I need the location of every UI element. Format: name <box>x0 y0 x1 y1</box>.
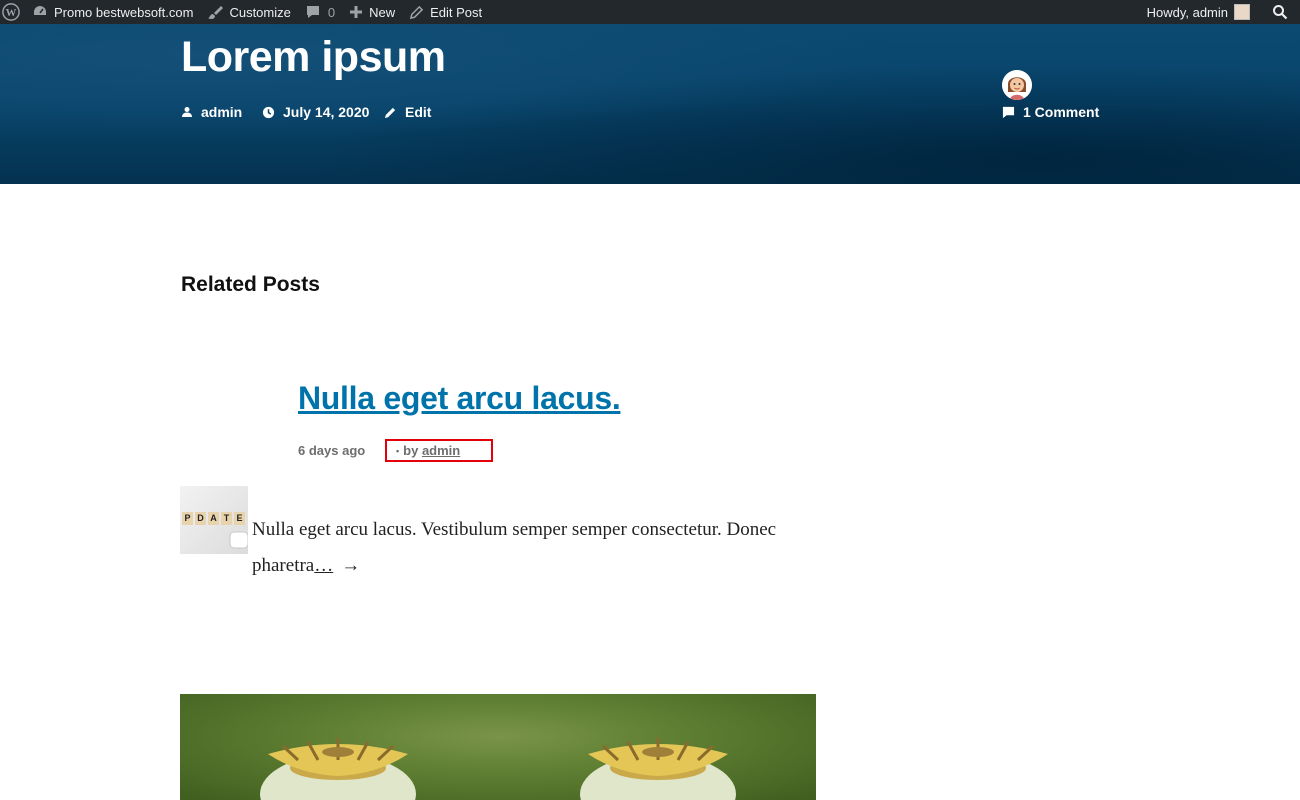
howdy-label: Howdy, admin <box>1146 4 1228 20</box>
search-icon <box>1273 5 1288 20</box>
byline-by-label: by <box>403 443 419 458</box>
related-post-title-link[interactable]: Nulla eget arcu lacus. <box>298 380 621 417</box>
comments-link[interactable]: 0 <box>305 0 349 24</box>
site-name-label: Promo bestwebsoft.com <box>54 4 194 20</box>
related-posts-heading: Related Posts <box>181 273 320 296</box>
thumbnail-tile: E <box>234 512 245 525</box>
post-header: Lorem ipsum admin July 14, 2020 Edit 1 C… <box>0 24 1300 184</box>
related-post-featured-image[interactable] <box>180 694 816 800</box>
pencil-icon <box>384 107 396 118</box>
thumbnail-tile: T <box>221 512 232 525</box>
related-post-byline: • by admin <box>385 439 493 462</box>
svg-text:W: W <box>6 7 17 19</box>
my-account-link[interactable]: Howdy, admin <box>1147 0 1258 24</box>
admin-avatar <box>1234 4 1250 20</box>
edit-post-link[interactable]: Edit Post <box>409 0 490 24</box>
site-name-link[interactable]: Promo bestwebsoft.com <box>32 0 207 24</box>
post-edit-meta: Edit <box>384 104 431 120</box>
thumbnail-tile: P <box>182 512 193 525</box>
phone-icon <box>229 531 248 549</box>
post-edit-link[interactable]: Edit <box>405 104 431 120</box>
separator-dot-icon: • <box>396 446 400 456</box>
related-post-excerpt: Nulla eget arcu lacus. Vestibulum semper… <box>252 512 832 584</box>
post-title: Lorem ipsum <box>181 33 446 81</box>
arrow-right-icon: → <box>341 555 361 576</box>
admin-bar: W Promo bestwebsoft.com Customize 0 New … <box>0 0 1300 24</box>
comment-icon <box>1002 106 1015 118</box>
customize-link[interactable]: Customize <box>207 0 304 24</box>
read-more-link[interactable]: … <box>314 555 333 576</box>
poppy-pods-image <box>260 738 736 800</box>
clock-icon <box>262 106 275 118</box>
pencil-icon <box>409 5 424 19</box>
post-date-meta: July 14, 2020 <box>262 104 369 120</box>
post-comments-meta: 1 Comment <box>1002 104 1099 120</box>
comment-bubble-icon <box>306 6 319 18</box>
wordpress-logo-button[interactable]: W <box>0 0 32 24</box>
thumbnail-letter-tiles: P D A T E <box>182 512 245 525</box>
brush-icon <box>208 6 224 20</box>
post-author-meta: admin <box>181 104 242 120</box>
post-author-link[interactable]: admin <box>201 104 242 120</box>
related-post-author-link[interactable]: admin <box>422 443 460 458</box>
new-label: New <box>369 4 396 20</box>
person-icon <box>182 107 192 117</box>
author-avatar <box>1002 70 1032 100</box>
customize-label: Customize <box>229 4 291 20</box>
related-post-thumbnail[interactable]: P D A T E <box>180 486 248 554</box>
thumbnail-tile: A <box>208 512 219 525</box>
wordpress-icon: W <box>2 3 20 21</box>
related-post-age: 6 days ago <box>298 443 366 458</box>
post-date-link[interactable]: July 14, 2020 <box>283 104 369 120</box>
post-comments-link[interactable]: 1 Comment <box>1023 104 1099 120</box>
search-button[interactable] <box>1258 0 1300 24</box>
edit-post-label: Edit Post <box>430 4 483 20</box>
avatar-face-icon <box>1002 70 1032 100</box>
thumbnail-tile: D <box>195 512 206 525</box>
plus-icon <box>350 6 363 18</box>
new-content-link[interactable]: New <box>349 0 409 24</box>
dashboard-icon <box>34 6 46 15</box>
comments-count: 0 <box>327 4 336 20</box>
